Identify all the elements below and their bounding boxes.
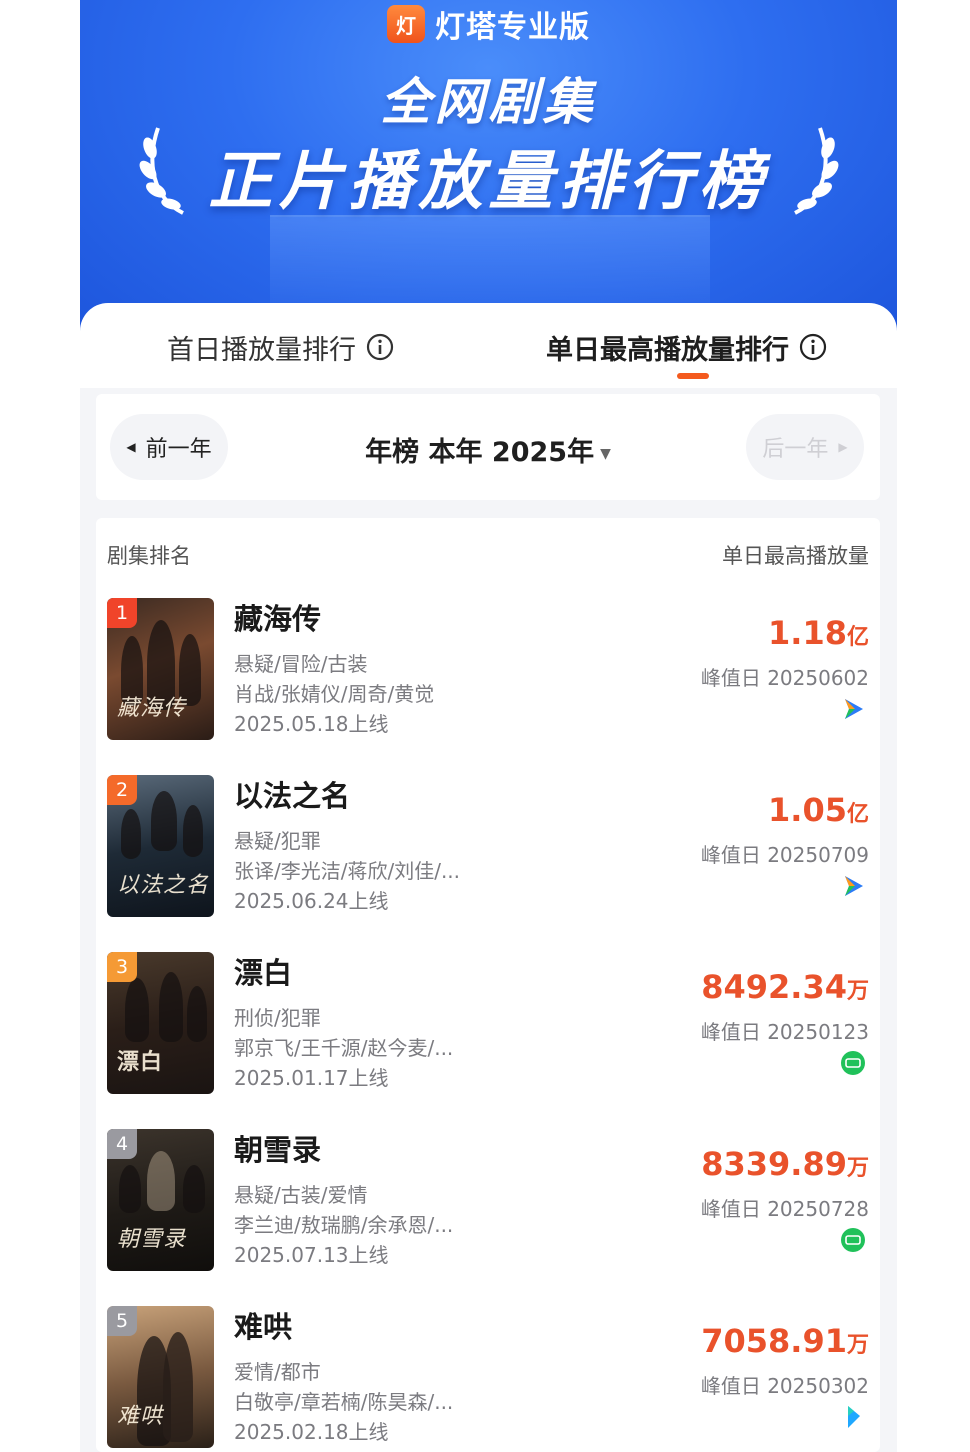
col-drama-rank: 剧集排名 xyxy=(107,544,191,568)
peak-plays-value: 8492.34万 xyxy=(701,968,869,1006)
brand: 灯 灯塔专业版 xyxy=(80,2,897,46)
peak-plays-value: 7058.91万 xyxy=(701,1322,869,1360)
next-year-button[interactable]: 后一年 ▶ xyxy=(746,414,864,480)
drama-genre: 悬疑/冒险/古装 xyxy=(234,652,368,676)
header-banner: 灯 灯塔专业版 全网剧集 正片播放量排行榜 xyxy=(80,0,897,340)
list-item[interactable]: 难哄 5 难哄 爱情/都市 白敬亭/章若楠/陈昊森/... 2025.02.18… xyxy=(96,1304,880,1452)
tencent-video-icon xyxy=(845,699,863,719)
current-period: 年榜 本年 2025年 xyxy=(365,437,595,468)
info-icon[interactable] xyxy=(366,333,394,361)
ranking-tabs: 首日播放量排行 单日最高播放量排行 xyxy=(80,303,897,388)
poster-image: 以法之名 2 xyxy=(107,775,214,917)
poster-title: 朝雪录 xyxy=(117,1227,187,1252)
poster-title: 难哄 xyxy=(117,1404,164,1429)
release-date: 2025.02.18上线 xyxy=(234,1420,389,1444)
rank-badge: 4 xyxy=(107,1129,137,1159)
poster-image: 藏海传 1 xyxy=(107,598,214,740)
drama-title: 漂白 xyxy=(234,956,293,990)
poster-image: 难哄 5 xyxy=(107,1306,214,1448)
poster-image: 朝雪录 4 xyxy=(107,1129,214,1271)
active-tab-indicator xyxy=(677,373,709,379)
drama-genre: 刑侦/犯罪 xyxy=(234,1006,321,1030)
brand-logo-icon: 灯 xyxy=(387,5,425,43)
drama-genre: 爱情/都市 xyxy=(234,1360,321,1384)
info-icon[interactable] xyxy=(799,333,827,361)
banner-title-line1: 全网剧集 xyxy=(380,73,597,131)
poster-title: 以法之名 xyxy=(117,873,210,898)
drama-title: 朝雪录 xyxy=(234,1133,322,1167)
release-date: 2025.05.18上线 xyxy=(234,712,389,736)
drama-title: 难哄 xyxy=(234,1310,293,1344)
rank-badge: 5 xyxy=(107,1306,137,1336)
rank-badge: 1 xyxy=(107,598,137,628)
peak-plays-value: 1.05亿 xyxy=(768,791,869,829)
drama-cast: 郭京飞/王千源/赵今麦/... xyxy=(234,1036,454,1060)
list-item[interactable]: 以法之名 2 以法之名 悬疑/犯罪 张译/李光洁/蒋欣/刘佳/... 2025.… xyxy=(96,773,880,923)
tencent-video-icon xyxy=(845,876,863,896)
ranking-list: 剧集排名 单日最高播放量 藏海传 1 藏海传 悬疑/冒险/古装 肖战/张婧仪/周… xyxy=(96,518,880,1452)
drama-cast: 李兰迪/敖瑞鹏/余承恩/... xyxy=(234,1213,454,1237)
peak-date: 峰值日 20250709 xyxy=(700,843,869,867)
tab-label: 首日播放量排行 xyxy=(167,334,356,366)
peak-plays-value: 8339.89万 xyxy=(701,1145,869,1183)
release-date: 2025.01.17上线 xyxy=(234,1066,389,1090)
drama-genre: 悬疑/犯罪 xyxy=(234,829,321,853)
drama-cast: 肖战/张婧仪/周奇/黄觉 xyxy=(234,682,435,706)
laurel-right-icon xyxy=(794,127,839,215)
brand-name: 灯塔专业版 xyxy=(435,10,590,45)
tab-label: 单日最高播放量排行 xyxy=(546,334,789,366)
drama-genre: 悬疑/古装/爱情 xyxy=(234,1183,368,1207)
poster-title: 藏海传 xyxy=(117,696,187,721)
chevron-right-icon: ▶ xyxy=(838,440,848,454)
col-daily-peak: 单日最高播放量 xyxy=(722,544,869,568)
peak-date: 峰值日 20250302 xyxy=(700,1374,869,1398)
dropdown-caret-icon: ▼ xyxy=(600,445,611,462)
peak-date: 峰值日 20250728 xyxy=(700,1197,869,1221)
peak-date: 峰值日 20250123 xyxy=(700,1020,869,1044)
rank-badge: 2 xyxy=(107,775,137,805)
iqiyi-icon xyxy=(841,1051,865,1075)
list-item[interactable]: 藏海传 1 藏海传 悬疑/冒险/古装 肖战/张婧仪/周奇/黄觉 2025.05.… xyxy=(96,596,880,746)
youku-icon xyxy=(848,1406,860,1428)
list-item[interactable]: 朝雪录 4 朝雪录 悬疑/古装/爱情 李兰迪/敖瑞鹏/余承恩/... 2025.… xyxy=(96,1127,880,1277)
banner-title-line2: 正片播放量排行榜 xyxy=(208,145,769,219)
next-year-label: 后一年 xyxy=(762,437,829,462)
drama-title: 藏海传 xyxy=(234,602,322,636)
tab-daily-peak-plays[interactable]: 单日最高播放量排行 xyxy=(546,327,827,367)
year-selector: ◀ 前一年 年榜 本年 2025年 ▼ 后一年 ▶ xyxy=(96,394,880,500)
rank-badge: 3 xyxy=(107,952,137,982)
poster-title: 漂白 xyxy=(117,1049,164,1075)
poster-image: 漂白 3 xyxy=(107,952,214,1094)
app-screen: 灯 灯塔专业版 全网剧集 正片播放量排行榜 首日播放量排行 单日最高播放量排行 … xyxy=(80,0,897,1452)
drama-cast: 张译/李光洁/蒋欣/刘佳/... xyxy=(234,859,461,883)
drama-cast: 白敬亭/章若楠/陈昊森/... xyxy=(234,1390,454,1414)
list-item[interactable]: 漂白 3 漂白 刑侦/犯罪 郭京飞/王千源/赵今麦/... 2025.01.17… xyxy=(96,950,880,1100)
iqiyi-icon xyxy=(841,1228,865,1252)
release-date: 2025.06.24上线 xyxy=(234,889,389,913)
peak-plays-value: 1.18亿 xyxy=(768,614,869,652)
drama-title: 以法之名 xyxy=(234,779,351,813)
release-date: 2025.07.13上线 xyxy=(234,1243,389,1267)
peak-date: 峰值日 20250602 xyxy=(700,666,869,690)
list-header: 剧集排名 单日最高播放量 xyxy=(107,540,869,570)
laurel-left-icon xyxy=(139,127,184,215)
tab-first-day-plays[interactable]: 首日播放量排行 xyxy=(167,327,394,367)
